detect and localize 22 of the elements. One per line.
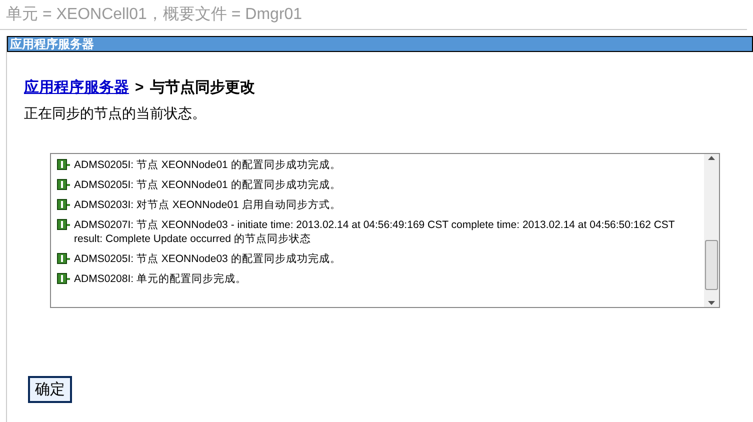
ok-button[interactable]: 确定 <box>28 376 72 403</box>
message-text: ADMS0207I: 节点 XEONNode03 - initiate time: 2013.02.14 at 04:56:49:169 CST complete time: 2013.02.14 at 04:56:50:162 CST result: Complete Update occurred 的节点同步状态 <box>74 218 676 246</box>
message-text: ADMS0203I: 对节点 XEONNode01 启用自动同步方式。 <box>74 198 342 212</box>
info-icon <box>57 179 70 190</box>
message-text: ADMS0208I: 单元的配置同步完成。 <box>74 272 248 286</box>
info-icon <box>57 199 70 210</box>
breadcrumb-separator: > <box>135 79 144 96</box>
page-heading: 与节点同步更改 <box>150 78 255 97</box>
message-text: ADMS0205I: 节点 XEONNode03 的配置同步成功完成。 <box>74 252 342 266</box>
message-text: ADMS0205I: 节点 XEONNode01 的配置同步成功完成。 <box>74 178 342 192</box>
description-text: 正在同步的节点的当前状态。 <box>24 105 207 123</box>
info-icon <box>57 219 70 230</box>
breadcrumb-link[interactable]: 应用程序服务器 <box>24 78 129 97</box>
scrollbar[interactable] <box>704 154 719 307</box>
info-icon <box>57 159 70 170</box>
info-icon <box>57 253 70 264</box>
scroll-up-icon[interactable] <box>708 156 715 160</box>
scope-text: 单元 = XEONCell01，概要文件 = Dmgr01 <box>5 4 302 25</box>
info-icon <box>57 273 70 284</box>
scroll-down-icon[interactable] <box>708 301 715 305</box>
message-text: ADMS0205I: 节点 XEONNode01 的配置同步成功完成。 <box>74 158 342 172</box>
panel-title: 应用程序服务器 <box>7 36 753 52</box>
